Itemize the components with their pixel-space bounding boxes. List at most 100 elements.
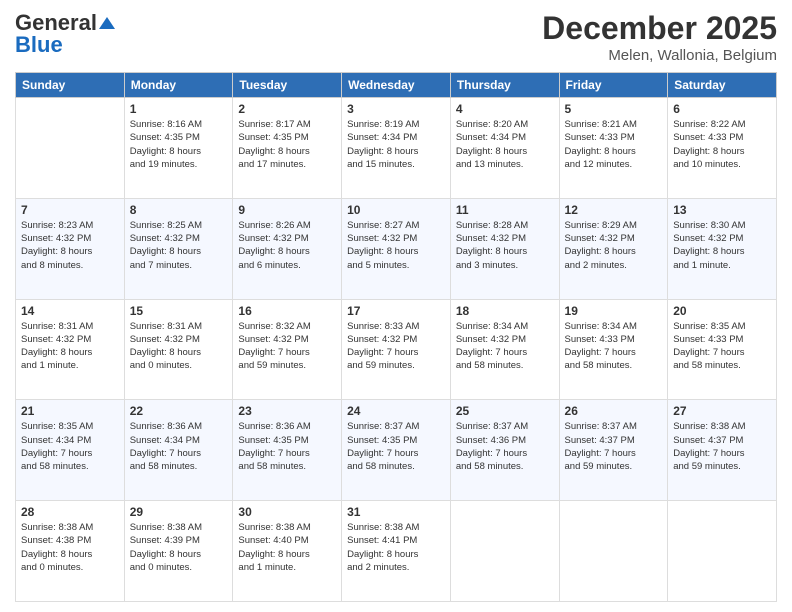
calendar-day-cell <box>16 98 125 199</box>
day-number: 11 <box>456 203 554 217</box>
day-info: Sunrise: 8:31 AMSunset: 4:32 PMDaylight:… <box>21 320 119 373</box>
day-info: Sunrise: 8:22 AMSunset: 4:33 PMDaylight:… <box>673 118 771 171</box>
day-number: 10 <box>347 203 445 217</box>
day-number: 9 <box>238 203 336 217</box>
day-number: 21 <box>21 404 119 418</box>
calendar-day-cell: 22 Sunrise: 8:36 AMSunset: 4:34 PMDayligh… <box>124 400 233 501</box>
day-number: 2 <box>238 102 336 116</box>
day-number: 19 <box>565 304 663 318</box>
day-info: Sunrise: 8:23 AMSunset: 4:32 PMDaylight:… <box>21 219 119 272</box>
calendar-day-cell: 20 Sunrise: 8:35 AMSunset: 4:33 PMDayligh… <box>668 299 777 400</box>
day-number: 18 <box>456 304 554 318</box>
day-info: Sunrise: 8:38 AMSunset: 4:41 PMDaylight:… <box>347 521 445 574</box>
calendar-day-cell <box>668 501 777 602</box>
calendar-day-cell: 15Sunrise: 8:31 AMSunset: 4:32 PMDayligh… <box>124 299 233 400</box>
day-number: 13 <box>673 203 771 217</box>
page-container: General Blue December 2025 Melen, Wallon… <box>0 0 792 612</box>
calendar-day-cell: 10 Sunrise: 8:27 AMSunset: 4:32 PMDayligh… <box>342 198 451 299</box>
day-info: Sunrise: 8:38 AMSunset: 4:39 PMDaylight:… <box>130 521 228 574</box>
day-of-week-header: Friday <box>559 73 668 98</box>
calendar-week-row: 1Sunrise: 8:16 AMSunset: 4:35 PMDaylight… <box>16 98 777 199</box>
day-info: Sunrise: 8:34 AMSunset: 4:33 PMDaylight:… <box>565 320 663 373</box>
day-number: 24 <box>347 404 445 418</box>
calendar-day-cell <box>559 501 668 602</box>
day-info: Sunrise: 8:32 AMSunset: 4:32 PMDaylight:… <box>238 320 336 373</box>
day-of-week-header: Wednesday <box>342 73 451 98</box>
calendar-day-cell: 1Sunrise: 8:16 AMSunset: 4:35 PMDaylight… <box>124 98 233 199</box>
calendar-week-row: 28 Sunrise: 8:38 AMSunset: 4:38 PMDayligh… <box>16 501 777 602</box>
day-info: Sunrise: 8:37 AMSunset: 4:35 PMDaylight:… <box>347 420 445 473</box>
day-info: Sunrise: 8:27 AMSunset: 4:32 PMDaylight:… <box>347 219 445 272</box>
day-number: 29 <box>130 505 228 519</box>
day-info: Sunrise: 8:26 AMSunset: 4:32 PMDaylight:… <box>238 219 336 272</box>
calendar-day-cell: 8Sunrise: 8:25 AMSunset: 4:32 PMDaylight… <box>124 198 233 299</box>
day-info: Sunrise: 8:36 AMSunset: 4:34 PMDaylight:… <box>130 420 228 473</box>
title-block: December 2025 Melen, Wallonia, Belgium <box>542 10 777 64</box>
calendar-day-cell: 31Sunrise: 8:38 AMSunset: 4:41 PMDayligh… <box>342 501 451 602</box>
calendar-day-cell: 21Sunrise: 8:35 AMSunset: 4:34 PMDayligh… <box>16 400 125 501</box>
day-number: 28 <box>21 505 119 519</box>
calendar-day-cell: 26 Sunrise: 8:37 AMSunset: 4:37 PMDayligh… <box>559 400 668 501</box>
day-info: Sunrise: 8:29 AMSunset: 4:32 PMDaylight:… <box>565 219 663 272</box>
day-number: 27 <box>673 404 771 418</box>
day-info: Sunrise: 8:38 AMSunset: 4:38 PMDaylight:… <box>21 521 119 574</box>
day-number: 26 <box>565 404 663 418</box>
day-number: 22 <box>130 404 228 418</box>
calendar-day-cell: 19 Sunrise: 8:34 AMSunset: 4:33 PMDayligh… <box>559 299 668 400</box>
day-number: 6 <box>673 102 771 116</box>
day-of-week-header: Thursday <box>450 73 559 98</box>
calendar-day-cell: 30Sunrise: 8:38 AMSunset: 4:40 PMDayligh… <box>233 501 342 602</box>
day-info: Sunrise: 8:17 AMSunset: 4:35 PMDaylight:… <box>238 118 336 171</box>
day-info: Sunrise: 8:19 AMSunset: 4:34 PMDaylight:… <box>347 118 445 171</box>
day-info: Sunrise: 8:37 AMSunset: 4:37 PMDaylight:… <box>565 420 663 473</box>
calendar-day-cell: 9 Sunrise: 8:26 AMSunset: 4:32 PMDaylight… <box>233 198 342 299</box>
calendar-day-cell: 12Sunrise: 8:29 AMSunset: 4:32 PMDayligh… <box>559 198 668 299</box>
day-info: Sunrise: 8:31 AMSunset: 4:32 PMDaylight:… <box>130 320 228 373</box>
logo-blue-text: Blue <box>15 32 63 58</box>
day-info: Sunrise: 8:36 AMSunset: 4:35 PMDaylight:… <box>238 420 336 473</box>
logo: General Blue <box>15 10 115 58</box>
day-number: 17 <box>347 304 445 318</box>
calendar-day-cell: 24 Sunrise: 8:37 AMSunset: 4:35 PMDayligh… <box>342 400 451 501</box>
location-subtitle: Melen, Wallonia, Belgium <box>542 47 777 64</box>
calendar-week-row: 21Sunrise: 8:35 AMSunset: 4:34 PMDayligh… <box>16 400 777 501</box>
calendar-day-cell: 14 Sunrise: 8:31 AMSunset: 4:32 PMDayligh… <box>16 299 125 400</box>
day-of-week-header: Saturday <box>668 73 777 98</box>
day-info: Sunrise: 8:33 AMSunset: 4:32 PMDaylight:… <box>347 320 445 373</box>
day-number: 25 <box>456 404 554 418</box>
calendar-day-cell: 3 Sunrise: 8:19 AMSunset: 4:34 PMDaylight… <box>342 98 451 199</box>
day-info: Sunrise: 8:30 AMSunset: 4:32 PMDaylight:… <box>673 219 771 272</box>
calendar-day-cell: 4 Sunrise: 8:20 AMSunset: 4:34 PMDaylight… <box>450 98 559 199</box>
calendar-day-cell: 27 Sunrise: 8:38 AMSunset: 4:37 PMDayligh… <box>668 400 777 501</box>
calendar-day-cell: 29 Sunrise: 8:38 AMSunset: 4:39 PMDayligh… <box>124 501 233 602</box>
calendar-day-cell: 11 Sunrise: 8:28 AMSunset: 4:32 PMDayligh… <box>450 198 559 299</box>
day-info: Sunrise: 8:20 AMSunset: 4:34 PMDaylight:… <box>456 118 554 171</box>
day-of-week-header: Tuesday <box>233 73 342 98</box>
calendar-day-cell: 28 Sunrise: 8:38 AMSunset: 4:38 PMDayligh… <box>16 501 125 602</box>
day-number: 3 <box>347 102 445 116</box>
day-number: 14 <box>21 304 119 318</box>
calendar-week-row: 14 Sunrise: 8:31 AMSunset: 4:32 PMDayligh… <box>16 299 777 400</box>
calendar-day-cell: 23 Sunrise: 8:36 AMSunset: 4:35 PMDayligh… <box>233 400 342 501</box>
day-number: 8 <box>130 203 228 217</box>
day-info: Sunrise: 8:35 AMSunset: 4:33 PMDaylight:… <box>673 320 771 373</box>
day-number: 4 <box>456 102 554 116</box>
day-info: Sunrise: 8:21 AMSunset: 4:33 PMDaylight:… <box>565 118 663 171</box>
day-number: 5 <box>565 102 663 116</box>
month-title: December 2025 <box>542 10 777 47</box>
calendar-day-cell <box>450 501 559 602</box>
calendar-table: SundayMondayTuesdayWednesdayThursdayFrid… <box>15 72 777 602</box>
day-number: 23 <box>238 404 336 418</box>
day-of-week-header: Sunday <box>16 73 125 98</box>
calendar-day-cell: 7 Sunrise: 8:23 AMSunset: 4:32 PMDaylight… <box>16 198 125 299</box>
day-info: Sunrise: 8:38 AMSunset: 4:37 PMDaylight:… <box>673 420 771 473</box>
calendar-day-cell: 5 Sunrise: 8:21 AMSunset: 4:33 PMDaylight… <box>559 98 668 199</box>
calendar-day-cell: 13 Sunrise: 8:30 AMSunset: 4:32 PMDayligh… <box>668 198 777 299</box>
day-number: 16 <box>238 304 336 318</box>
day-number: 7 <box>21 203 119 217</box>
day-number: 20 <box>673 304 771 318</box>
day-info: Sunrise: 8:37 AMSunset: 4:36 PMDaylight:… <box>456 420 554 473</box>
day-number: 1 <box>130 102 228 116</box>
day-info: Sunrise: 8:38 AMSunset: 4:40 PMDaylight:… <box>238 521 336 574</box>
day-info: Sunrise: 8:28 AMSunset: 4:32 PMDaylight:… <box>456 219 554 272</box>
